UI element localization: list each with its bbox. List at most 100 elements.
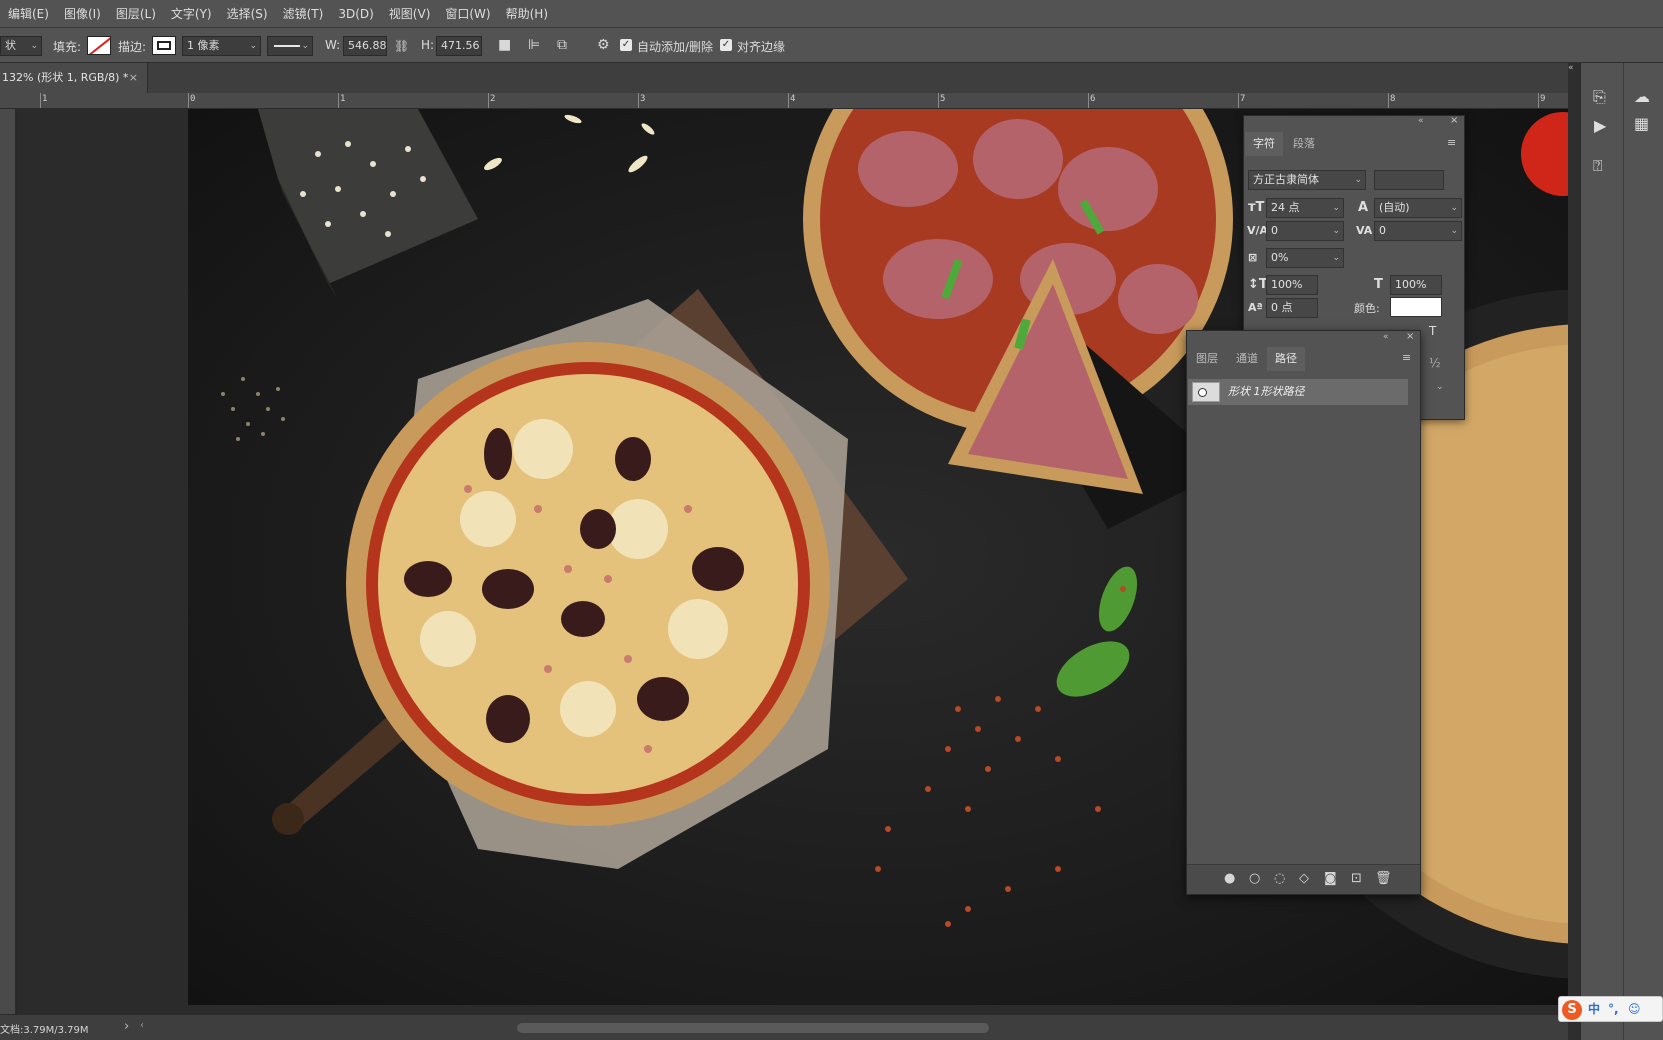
ruler-tick bbox=[1538, 93, 1539, 108]
ruler-label: 9 bbox=[1540, 94, 1546, 104]
actions-play-icon[interactable]: ▶ bbox=[1594, 118, 1606, 134]
close-icon[interactable]: × bbox=[1450, 115, 1458, 126]
chevron-down-icon: ⌄ bbox=[1450, 203, 1458, 213]
ruler-tick bbox=[1388, 93, 1389, 108]
scroll-left-icon[interactable]: ‹ bbox=[140, 1020, 144, 1031]
ruler-tick bbox=[1088, 93, 1089, 108]
panel-menu-icon[interactable]: ≡ bbox=[1402, 351, 1411, 364]
collapse-icon[interactable]: « bbox=[1418, 116, 1424, 126]
horizontal-ruler: 1 0 1 2 3 4 5 6 7 8 9 bbox=[0, 93, 1568, 109]
ime-punctuation-toggle[interactable]: °, bbox=[1608, 1002, 1619, 1016]
ruler-label: 3 bbox=[640, 94, 646, 104]
chevron-down-icon: ⌄ bbox=[1450, 226, 1458, 236]
tab-character[interactable]: 字符 bbox=[1245, 132, 1283, 156]
basil-leaves bbox=[1056, 566, 1138, 697]
collapse-icon[interactable]: « bbox=[1383, 332, 1389, 342]
height-field[interactable]: 471.56 | bbox=[436, 36, 482, 56]
menu-layer[interactable]: 图层(L) bbox=[116, 5, 156, 22]
chevron-down-icon: ⌄ bbox=[1332, 253, 1340, 263]
baseline-shift-field[interactable]: 0 点 bbox=[1266, 298, 1318, 318]
ime-language-toggle[interactable]: 中 bbox=[1588, 1002, 1600, 1016]
text-color-swatch[interactable] bbox=[1390, 297, 1442, 317]
history-icon[interactable]: ⎘ bbox=[1593, 89, 1606, 105]
stroke-label: 描边: bbox=[118, 40, 147, 54]
menu-select[interactable]: 选择(S) bbox=[227, 5, 268, 22]
trash-icon[interactable]: 🗑 bbox=[1375, 872, 1392, 886]
3d-icon[interactable]: ☁ bbox=[1634, 89, 1650, 105]
menu-type[interactable]: 文字(Y) bbox=[171, 5, 212, 22]
character-panel-icon[interactable]: ⍰ bbox=[1593, 158, 1603, 174]
close-icon[interactable]: × bbox=[129, 63, 138, 93]
horizontal-scale-field[interactable]: 100% bbox=[1390, 275, 1442, 295]
kerning-field[interactable]: 0 ⌄ bbox=[1266, 221, 1344, 241]
tab-paths[interactable]: 路径 bbox=[1267, 347, 1305, 371]
close-icon[interactable]: × bbox=[1406, 331, 1414, 342]
menu-edit[interactable]: 编辑(E) bbox=[8, 5, 49, 22]
fill-label: 填充: bbox=[53, 40, 82, 54]
font-size-field[interactable]: 24 点 ⌄ bbox=[1266, 198, 1344, 218]
menu-view[interactable]: 视图(V) bbox=[389, 5, 431, 22]
leading-field[interactable]: (自动) ⌄ bbox=[1374, 198, 1462, 218]
width-field[interactable]: 546.88 | bbox=[343, 36, 387, 56]
fraction-icon[interactable]: ½ bbox=[1429, 356, 1441, 370]
panel-menu-icon[interactable]: ≡ bbox=[1447, 136, 1456, 149]
font-family-value: 方正古隶简体 bbox=[1253, 173, 1319, 186]
font-family-select[interactable]: 方正古隶简体 ⌄ bbox=[1248, 170, 1366, 190]
status-menu-arrow[interactable]: › bbox=[124, 1019, 129, 1034]
tracking-field[interactable]: 0 ⌄ bbox=[1374, 221, 1462, 241]
horizontal-scrollbar[interactable] bbox=[517, 1023, 989, 1033]
menu-window[interactable]: 窗口(W) bbox=[445, 5, 490, 22]
link-icon[interactable]: ⛓ bbox=[394, 39, 409, 53]
dock-separator[interactable]: « bbox=[1568, 63, 1580, 1040]
ruler-label: 0 bbox=[190, 94, 196, 104]
width-value: 546.88 | bbox=[348, 39, 387, 52]
add-mask-icon[interactable]: ◙ bbox=[1324, 872, 1337, 886]
tab-paragraph[interactable]: 段落 bbox=[1285, 132, 1323, 156]
strikethrough-icon[interactable]: T bbox=[1429, 324, 1436, 338]
path-alignment-icon[interactable]: ⊫ bbox=[528, 38, 540, 52]
load-selection-icon[interactable]: ◌ bbox=[1274, 872, 1285, 886]
path-operations-icon[interactable]: ■ bbox=[498, 38, 511, 52]
make-work-path-icon[interactable]: ◇ bbox=[1299, 872, 1309, 886]
chevron-down-icon: ⌄ bbox=[1332, 203, 1340, 213]
path-list-item[interactable]: 形状 1形状路径 bbox=[1188, 379, 1408, 405]
menu-help[interactable]: 帮助(H) bbox=[506, 5, 548, 22]
grid-icon[interactable]: ▦ bbox=[1634, 116, 1649, 132]
tab-channels[interactable]: 通道 bbox=[1228, 347, 1266, 371]
menu-filter[interactable]: 滤镜(T) bbox=[283, 5, 324, 22]
fill-path-icon[interactable]: ● bbox=[1224, 872, 1235, 886]
path-thumbnail-shape bbox=[1198, 388, 1207, 397]
stroke-swatch-icon[interactable] bbox=[152, 36, 176, 55]
align-edges-checkbox[interactable]: ✓ bbox=[720, 39, 732, 51]
herb-sprinkle bbox=[221, 377, 285, 441]
cheese-grater bbox=[258, 109, 478, 299]
tsume-field[interactable]: 0% ⌄ bbox=[1266, 248, 1344, 268]
stroke-width-field[interactable]: 1 像素 ⌄ bbox=[182, 36, 261, 56]
collapse-icon[interactable]: « bbox=[1568, 63, 1574, 73]
path-arrangement-icon[interactable]: ⧉ bbox=[557, 38, 567, 52]
chevron-down-icon[interactable]: ⌄ bbox=[1436, 382, 1444, 392]
tool-mode-select[interactable]: 状 ⌄ bbox=[0, 36, 42, 56]
chevron-down-icon: ⌄ bbox=[30, 41, 38, 51]
auto-add-delete-checkbox[interactable]: ✓ bbox=[620, 39, 632, 51]
tab-layers[interactable]: 图层 bbox=[1188, 347, 1226, 371]
gear-icon[interactable]: ⚙ bbox=[597, 38, 610, 52]
ime-logo: S bbox=[1562, 1000, 1582, 1020]
ime-emoji-icon[interactable]: ☺ bbox=[1628, 1002, 1641, 1016]
ruler-label: 1 bbox=[340, 94, 346, 104]
stroke-type-select[interactable]: ⌄ bbox=[267, 36, 313, 56]
font-style-select[interactable] bbox=[1374, 170, 1444, 190]
path-item-name: 形状 1形状路径 bbox=[1228, 385, 1305, 398]
ruler-tick bbox=[40, 93, 41, 108]
menu-3d[interactable]: 3D(D) bbox=[338, 7, 373, 21]
ruler-label: 2 bbox=[490, 94, 496, 104]
document-tab[interactable]: 132% (形状 1, RGB/8) * × bbox=[0, 63, 148, 93]
font-size-value: 24 点 bbox=[1271, 201, 1300, 214]
new-path-icon[interactable]: ⊡ bbox=[1351, 872, 1362, 886]
menu-image[interactable]: 图像(I) bbox=[64, 5, 101, 22]
ime-toolbar[interactable]: S 中 °, ☺ bbox=[1558, 996, 1663, 1022]
vertical-scale-field[interactable]: 100% bbox=[1266, 275, 1318, 295]
chili-flakes bbox=[875, 586, 1126, 927]
stroke-path-icon[interactable]: ○ bbox=[1249, 872, 1260, 886]
no-fill-swatch-icon[interactable] bbox=[87, 36, 111, 55]
